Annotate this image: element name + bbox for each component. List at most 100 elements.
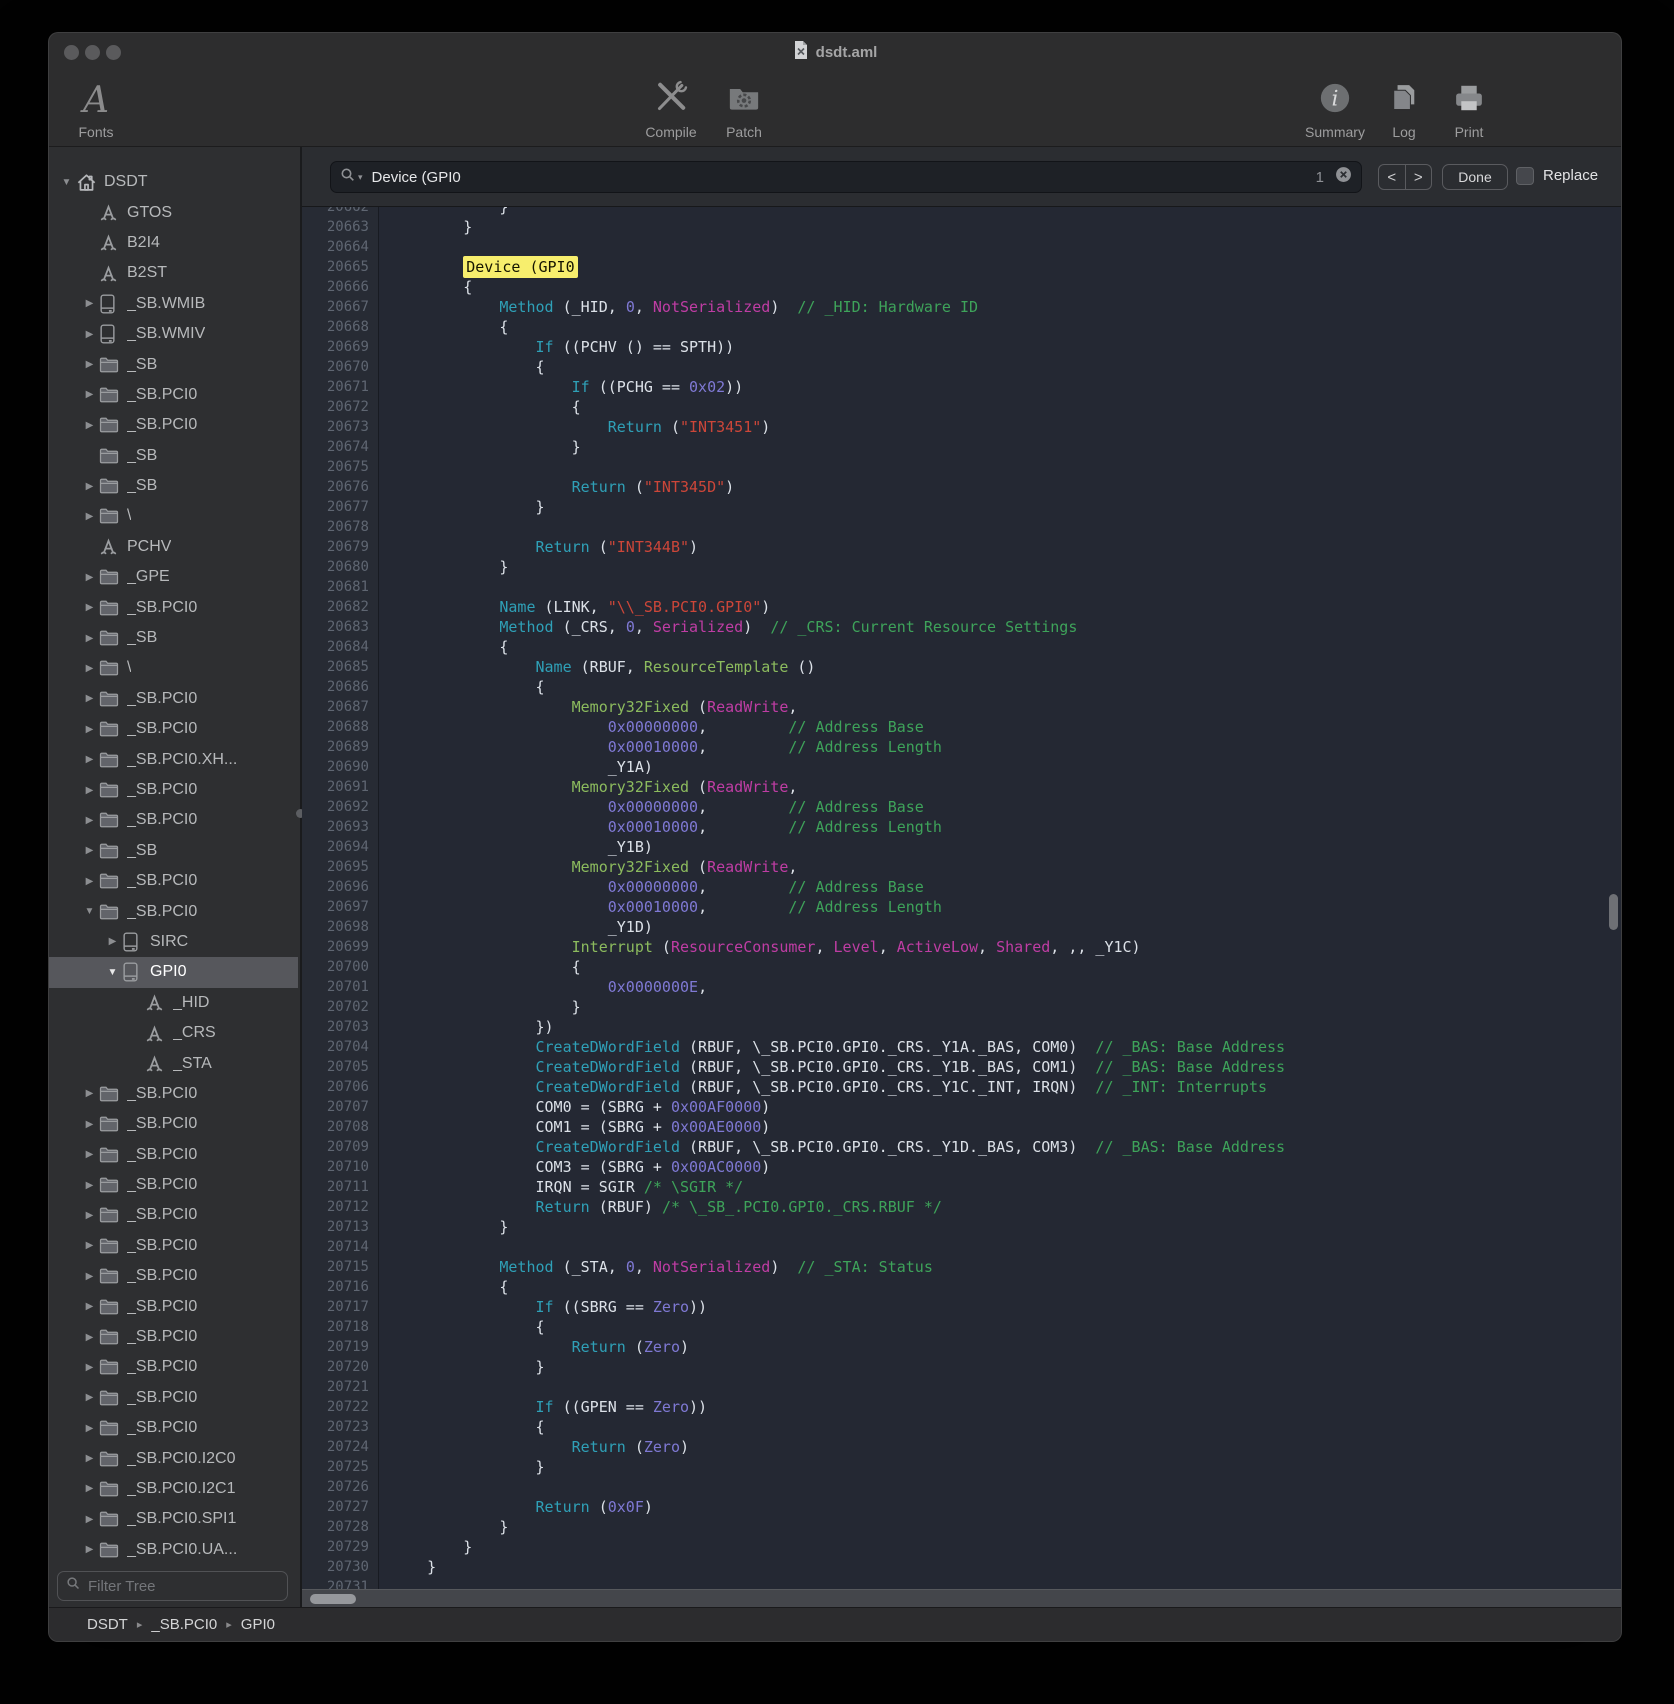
sidebar-item-[interactable]: ▶\ bbox=[49, 653, 298, 683]
sidebar-item-sbpci0[interactable]: ▶_SB.PCI0 bbox=[49, 866, 298, 896]
code-editor[interactable]: 2066220663206642066520666206672066820669… bbox=[302, 207, 1621, 1589]
sidebar-item-sbpci0[interactable]: ▶_SB.PCI0 bbox=[49, 1200, 298, 1230]
disclosure-closed-icon[interactable]: ▶ bbox=[80, 876, 99, 887]
sidebar-item-sbpci0[interactable]: ▶_SB.PCI0 bbox=[49, 775, 298, 805]
disclosure-closed-icon[interactable]: ▶ bbox=[80, 724, 99, 735]
find-next-button[interactable]: > bbox=[1406, 165, 1432, 189]
sidebar-item-sbpci0[interactable]: ▼_SB.PCI0 bbox=[49, 896, 298, 926]
sidebar-item-sbpci0[interactable]: ▶_SB.PCI0 bbox=[49, 1352, 298, 1382]
sidebar-item-sbpci0[interactable]: ▶_SB.PCI0 bbox=[49, 410, 298, 440]
sidebar-item-sbpci0i2c0[interactable]: ▶_SB.PCI0.I2C0 bbox=[49, 1443, 298, 1473]
sidebar-item-pchv[interactable]: PCHV bbox=[49, 532, 298, 562]
sidebar-item-sbpci0[interactable]: ▶_SB.PCI0 bbox=[49, 592, 298, 622]
disclosure-closed-icon[interactable]: ▶ bbox=[80, 693, 99, 704]
sidebar-item-gpe[interactable]: ▶_GPE bbox=[49, 562, 298, 592]
sidebar-item-sbpci0[interactable]: ▶_SB.PCI0 bbox=[49, 1413, 298, 1443]
sidebar-item-sbwmiv[interactable]: ▶_SB.WMIV bbox=[49, 319, 298, 349]
disclosure-closed-icon[interactable]: ▶ bbox=[80, 845, 99, 856]
disclosure-closed-icon[interactable]: ▶ bbox=[80, 1180, 99, 1191]
sidebar-item-dsdt[interactable]: ▼DSDT bbox=[49, 167, 298, 197]
sidebar-item-gpi0[interactable]: ▼GPI0 bbox=[49, 957, 298, 987]
sidebar-item-sbpci0[interactable]: ▶_SB.PCI0 bbox=[49, 1322, 298, 1352]
sidebar-item-sbpci0ua[interactable]: ▶_SB.PCI0.UA... bbox=[49, 1535, 298, 1565]
sidebar-item-b2i4[interactable]: B2I4 bbox=[49, 228, 298, 258]
disclosure-closed-icon[interactable]: ▶ bbox=[80, 329, 99, 340]
sidebar-item-sb[interactable]: ▶_SB bbox=[49, 836, 298, 866]
replace-checkbox[interactable] bbox=[1516, 167, 1534, 185]
breadcrumb-item-gpi0[interactable]: GPI0 bbox=[241, 1616, 275, 1633]
breadcrumb-item-dsdt[interactable]: DSDT bbox=[87, 1616, 128, 1633]
find-previous-button[interactable]: < bbox=[1379, 165, 1406, 189]
disclosure-closed-icon[interactable]: ▶ bbox=[80, 1483, 99, 1494]
search-menu-caret-icon[interactable]: ▾ bbox=[358, 172, 363, 183]
sidebar-item-sbpci0[interactable]: ▶_SB.PCI0 bbox=[49, 1140, 298, 1170]
clear-search-icon[interactable] bbox=[1335, 166, 1352, 188]
patch-button[interactable]: Patch bbox=[709, 75, 779, 140]
disclosure-closed-icon[interactable]: ▶ bbox=[80, 1240, 99, 1251]
sidebar-item-sb[interactable]: _SB bbox=[49, 441, 298, 471]
sidebar-item-sbpci0xh[interactable]: ▶_SB.PCI0.XH... bbox=[49, 744, 298, 774]
disclosure-open-icon[interactable]: ▼ bbox=[57, 177, 76, 188]
disclosure-closed-icon[interactable]: ▶ bbox=[80, 298, 99, 309]
sidebar-item-sbpci0i2c1[interactable]: ▶_SB.PCI0.I2C1 bbox=[49, 1474, 298, 1504]
find-input[interactable]: ▾ Device (GPI0 1 bbox=[330, 161, 1362, 193]
summary-button[interactable]: i Summary bbox=[1295, 75, 1375, 140]
sidebar-item-sbwmib[interactable]: ▶_SB.WMIB bbox=[49, 289, 298, 319]
disclosure-open-icon[interactable]: ▼ bbox=[103, 967, 122, 978]
sidebar-item-sbpci0[interactable]: ▶_SB.PCI0 bbox=[49, 714, 298, 744]
sidebar-item-sbpci0[interactable]: ▶_SB.PCI0 bbox=[49, 684, 298, 714]
disclosure-closed-icon[interactable]: ▶ bbox=[80, 1271, 99, 1282]
disclosure-closed-icon[interactable]: ▶ bbox=[80, 815, 99, 826]
print-button[interactable]: Print bbox=[1439, 75, 1499, 140]
sidebar-item-hid[interactable]: _HID bbox=[49, 988, 298, 1018]
sidebar-item-sbpci0[interactable]: ▶_SB.PCI0 bbox=[49, 805, 298, 835]
sidebar-item-sbpci0[interactable]: ▶_SB.PCI0 bbox=[49, 1383, 298, 1413]
disclosure-closed-icon[interactable]: ▶ bbox=[80, 1392, 99, 1403]
disclosure-open-icon[interactable]: ▼ bbox=[80, 906, 99, 917]
disclosure-closed-icon[interactable]: ▶ bbox=[80, 389, 99, 400]
disclosure-closed-icon[interactable]: ▶ bbox=[80, 1149, 99, 1160]
sidebar-item-b2st[interactable]: B2ST bbox=[49, 258, 298, 288]
sidebar-item-sbpci0spi1[interactable]: ▶_SB.PCI0.SPI1 bbox=[49, 1504, 298, 1534]
sidebar-item-sbpci0[interactable]: ▶_SB.PCI0 bbox=[49, 380, 298, 410]
sidebar-item-gtos[interactable]: GTOS bbox=[49, 197, 298, 227]
vertical-scrollbar-thumb[interactable] bbox=[1609, 894, 1618, 930]
disclosure-closed-icon[interactable]: ▶ bbox=[80, 1362, 99, 1373]
sidebar-item-sb[interactable]: ▶_SB bbox=[49, 349, 298, 379]
disclosure-closed-icon[interactable]: ▶ bbox=[80, 1301, 99, 1312]
disclosure-closed-icon[interactable]: ▶ bbox=[80, 1423, 99, 1434]
sidebar-item-sirc[interactable]: ▶SIRC bbox=[49, 927, 298, 957]
sidebar-item-crs[interactable]: _CRS bbox=[49, 1018, 298, 1048]
compile-button[interactable]: Compile bbox=[634, 75, 708, 140]
disclosure-closed-icon[interactable]: ▶ bbox=[80, 1088, 99, 1099]
sidebar-tree[interactable]: ▼DSDTGTOSB2I4B2ST▶_SB.WMIB▶_SB.WMIV▶_SB▶… bbox=[49, 147, 298, 1567]
disclosure-closed-icon[interactable]: ▶ bbox=[80, 1210, 99, 1221]
disclosure-closed-icon[interactable]: ▶ bbox=[80, 754, 99, 765]
disclosure-closed-icon[interactable]: ▶ bbox=[80, 359, 99, 370]
done-button[interactable]: Done bbox=[1442, 164, 1508, 190]
disclosure-closed-icon[interactable]: ▶ bbox=[80, 1332, 99, 1343]
sidebar-item-[interactable]: ▶\ bbox=[49, 501, 298, 531]
sidebar-item-sbpci0[interactable]: ▶_SB.PCI0 bbox=[49, 1079, 298, 1109]
disclosure-closed-icon[interactable]: ▶ bbox=[80, 1514, 99, 1525]
sidebar-item-sb[interactable]: ▶_SB bbox=[49, 623, 298, 653]
disclosure-closed-icon[interactable]: ▶ bbox=[80, 633, 99, 644]
disclosure-closed-icon[interactable]: ▶ bbox=[80, 602, 99, 613]
disclosure-closed-icon[interactable]: ▶ bbox=[103, 936, 122, 947]
disclosure-closed-icon[interactable]: ▶ bbox=[80, 1119, 99, 1130]
sidebar-item-sbpci0[interactable]: ▶_SB.PCI0 bbox=[49, 1170, 298, 1200]
sidebar-item-sbpci0[interactable]: ▶_SB.PCI0 bbox=[49, 1231, 298, 1261]
disclosure-closed-icon[interactable]: ▶ bbox=[80, 785, 99, 796]
disclosure-closed-icon[interactable]: ▶ bbox=[80, 420, 99, 431]
breadcrumb-item-sbpci0[interactable]: _SB.PCI0 bbox=[151, 1616, 217, 1633]
sidebar-item-sta[interactable]: _STA bbox=[49, 1048, 298, 1078]
filter-tree-input[interactable]: Filter Tree bbox=[57, 1571, 288, 1601]
sidebar-item-sb[interactable]: ▶_SB bbox=[49, 471, 298, 501]
horizontal-scrollbar-thumb[interactable] bbox=[310, 1594, 356, 1604]
disclosure-closed-icon[interactable]: ▶ bbox=[80, 1453, 99, 1464]
disclosure-closed-icon[interactable]: ▶ bbox=[80, 1544, 99, 1555]
sidebar-item-sbpci0[interactable]: ▶_SB.PCI0 bbox=[49, 1109, 298, 1139]
sidebar-item-sbpci0[interactable]: ▶_SB.PCI0 bbox=[49, 1291, 298, 1321]
sidebar-item-sbpci0[interactable]: ▶_SB.PCI0 bbox=[49, 1261, 298, 1291]
disclosure-closed-icon[interactable]: ▶ bbox=[80, 663, 99, 674]
